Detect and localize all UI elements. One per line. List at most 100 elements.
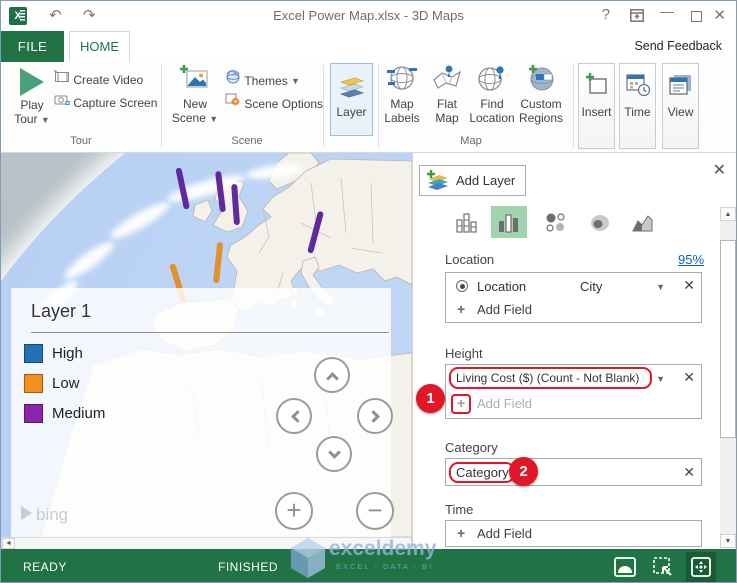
maximize-icon[interactable] bbox=[691, 9, 702, 26]
ribbon-tab-row: FILE HOME Send Feedback bbox=[1, 31, 736, 62]
chart-type-heatmap[interactable] bbox=[582, 206, 618, 238]
close-window-icon[interactable]: ✕ bbox=[713, 6, 726, 24]
location-dropdown-icon[interactable]: ▼ bbox=[656, 282, 665, 292]
view-icon bbox=[668, 75, 691, 95]
height-dropdown-icon[interactable]: ▼ bbox=[656, 374, 665, 384]
layer-icon bbox=[339, 77, 364, 98]
location-section-label: Location bbox=[445, 252, 495, 267]
chart-type-stacked-column[interactable] bbox=[449, 206, 485, 238]
send-feedback-link[interactable]: Send Feedback bbox=[634, 39, 722, 53]
legend-divider bbox=[31, 332, 389, 333]
time-field-box: + Add Field bbox=[445, 520, 702, 547]
chart-type-region[interactable] bbox=[625, 206, 661, 238]
category-field-value[interactable]: Category bbox=[456, 465, 509, 480]
ribbon: Play Tour ▼ Create Video Capture Screen … bbox=[1, 62, 736, 153]
custom-regions-button[interactable]: Custom Regions bbox=[517, 64, 565, 125]
bing-icon bbox=[21, 506, 32, 520]
find-location-icon bbox=[478, 66, 504, 91]
annotation-badge-2: 2 bbox=[509, 457, 538, 486]
pan-left-button[interactable] bbox=[276, 398, 312, 434]
pane-scroll-up-icon[interactable]: ▲ bbox=[720, 207, 736, 221]
pan-mode-icon[interactable] bbox=[686, 552, 716, 582]
pan-down-button[interactable] bbox=[316, 436, 352, 472]
insert-button[interactable]: Insert bbox=[578, 63, 615, 149]
minimize-icon[interactable]: — bbox=[660, 3, 674, 19]
add-layer-button[interactable]: Add Layer bbox=[419, 165, 526, 196]
zoom-out-button[interactable]: − bbox=[356, 492, 394, 530]
height-field-box: Living Cost ($) (Count - Not Blank) ▼ ✕ … bbox=[445, 364, 702, 419]
map-viewport[interactable]: Layer 1 High Low Medium + − bing bbox=[1, 153, 412, 537]
tab-file[interactable]: FILE bbox=[1, 31, 64, 62]
play-icon bbox=[20, 68, 44, 96]
location-field-value[interactable]: City bbox=[580, 279, 602, 294]
flat-map-icon bbox=[433, 65, 462, 89]
location-accuracy-link[interactable]: 95% bbox=[678, 252, 704, 267]
add-layer-icon bbox=[427, 170, 448, 190]
height-add-field[interactable]: Add Field bbox=[477, 396, 532, 411]
capture-region-icon[interactable] bbox=[648, 552, 678, 582]
film-icon bbox=[54, 70, 69, 82]
group-label-tour: Tour bbox=[70, 135, 92, 147]
location-add-field-plus-icon[interactable]: + bbox=[457, 301, 465, 317]
flat-map-button[interactable]: Flat Map bbox=[427, 64, 467, 125]
time-button[interactable]: Time bbox=[619, 63, 656, 149]
scene-options-button[interactable]: Scene Options bbox=[225, 92, 323, 111]
pane-vertical-scrollbar[interactable]: ▲ ▼ bbox=[720, 207, 736, 548]
themes-globe-icon bbox=[226, 70, 240, 84]
bing-logo: bing bbox=[21, 505, 68, 525]
time-icon bbox=[625, 74, 650, 97]
legend-swatch-medium bbox=[24, 404, 43, 423]
category-field-box: Category ✕ bbox=[445, 458, 702, 486]
category-remove-icon[interactable]: ✕ bbox=[683, 464, 695, 481]
scroll-left-arrow-icon[interactable]: ◄ bbox=[2, 538, 15, 549]
location-field-box: Location City ▼ ✕ + Add Field bbox=[445, 272, 702, 323]
tab-home[interactable]: HOME bbox=[69, 31, 130, 62]
pan-up-button[interactable] bbox=[314, 357, 350, 393]
new-scene-icon bbox=[180, 65, 208, 88]
custom-regions-icon bbox=[529, 65, 554, 91]
height-section-label: Height bbox=[445, 346, 483, 361]
chart-type-clustered-column-selected[interactable] bbox=[491, 206, 527, 238]
help-icon[interactable]: ? bbox=[602, 6, 610, 23]
title-bar: X ↶ ↷ Excel Power Map.xlsx - 3D Maps ? —… bbox=[1, 1, 736, 31]
themes-button[interactable]: Themes ▼ bbox=[225, 69, 300, 88]
legend-panel: Layer 1 High Low Medium bbox=[11, 288, 391, 537]
time-section-label: Time bbox=[445, 502, 474, 517]
height-field-value[interactable]: Living Cost ($) (Count - Not Blank) bbox=[456, 371, 639, 385]
legend-swatch-high bbox=[24, 344, 43, 363]
location-radio[interactable] bbox=[456, 280, 468, 292]
status-bar: READY FINISHED bbox=[1, 549, 736, 582]
ribbon-options-icon[interactable] bbox=[630, 9, 644, 26]
time-add-field-plus-icon[interactable]: + bbox=[457, 525, 465, 541]
layer-task-pane: ✕ Add Layer Location 95% Location City ▼… bbox=[412, 153, 736, 549]
category-section-label: Category bbox=[445, 440, 498, 455]
find-location-button[interactable]: Find Location bbox=[469, 64, 515, 125]
map-labels-button[interactable]: Map Labels bbox=[381, 64, 423, 125]
location-remove-icon[interactable]: ✕ bbox=[683, 277, 695, 294]
capture-screen-button[interactable]: Capture Screen bbox=[53, 92, 157, 110]
group-label-scene: Scene bbox=[231, 135, 263, 147]
map-labels-icon bbox=[387, 66, 417, 90]
play-tour-button[interactable]: Play Tour ▼ bbox=[9, 64, 55, 126]
zoom-in-button[interactable]: + bbox=[275, 492, 313, 530]
time-add-field[interactable]: Add Field bbox=[477, 526, 532, 541]
flat-map-toggle-icon[interactable] bbox=[610, 552, 640, 582]
layer-button[interactable]: Layer bbox=[330, 63, 373, 136]
view-button[interactable]: View bbox=[662, 63, 699, 149]
location-add-field[interactable]: Add Field bbox=[477, 302, 532, 317]
height-remove-icon[interactable]: ✕ bbox=[683, 369, 695, 386]
height-add-field-plus-icon[interactable]: + bbox=[457, 395, 465, 411]
pane-scroll-down-icon[interactable]: ▼ bbox=[720, 534, 736, 548]
pane-scrollbar-thumb[interactable] bbox=[720, 240, 736, 438]
status-finished: FINISHED bbox=[218, 560, 279, 574]
scene-options-gear-icon bbox=[225, 93, 240, 106]
legend-title: Layer 1 bbox=[31, 301, 92, 321]
new-scene-button[interactable]: New Scene ▼ bbox=[171, 64, 219, 125]
pane-close-icon[interactable]: ✕ bbox=[713, 160, 726, 180]
create-video-button[interactable]: Create Video bbox=[53, 69, 143, 87]
pan-right-button[interactable] bbox=[357, 398, 393, 434]
legend-swatch-low bbox=[24, 374, 43, 393]
chart-type-bubble[interactable] bbox=[538, 206, 574, 238]
window-title: Excel Power Map.xlsx - 3D Maps bbox=[273, 8, 464, 23]
annotation-badge-1: 1 bbox=[416, 384, 445, 413]
